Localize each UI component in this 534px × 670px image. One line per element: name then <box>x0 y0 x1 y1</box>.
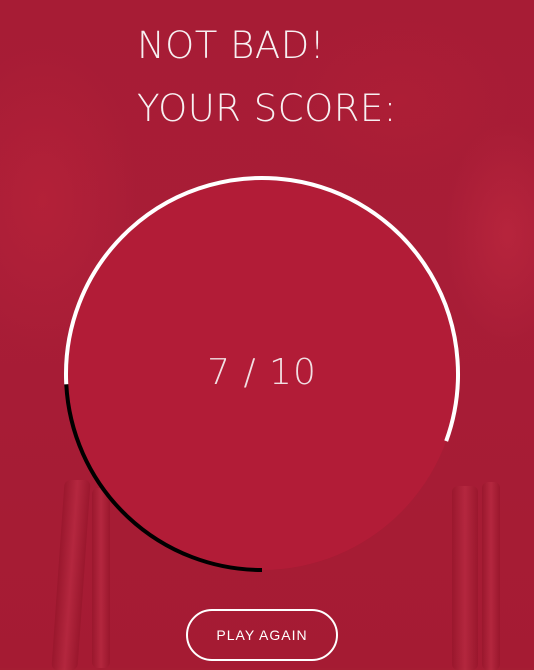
score-value: 7 / 10 <box>207 352 317 393</box>
result-headline: NOT BAD! <box>137 24 326 67</box>
score-label: YOUR SCORE: <box>137 87 397 130</box>
play-again-button[interactable]: PLAY AGAIN <box>186 609 338 661</box>
beer-tap-right-secondary <box>482 482 500 670</box>
score-circle: 7 / 10 <box>63 175 461 573</box>
